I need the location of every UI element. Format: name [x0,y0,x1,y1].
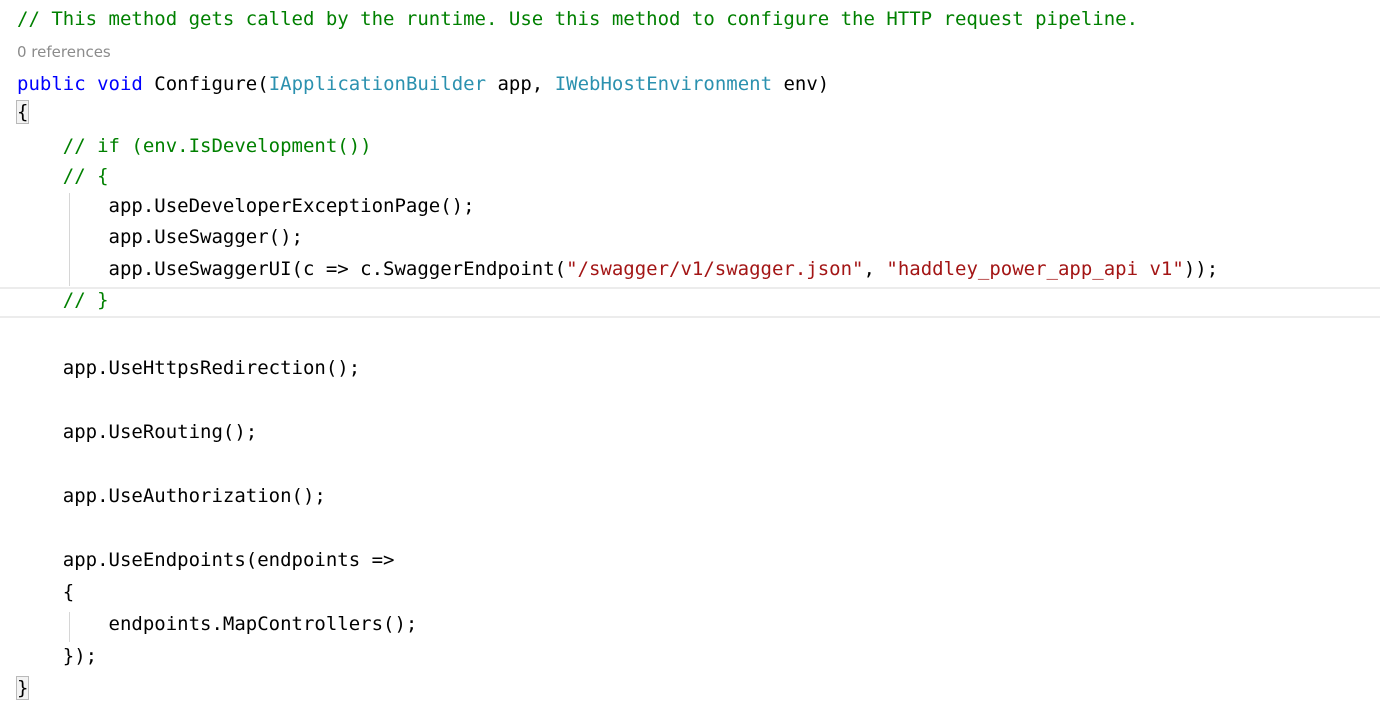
code-token-plain: Configure( [142,73,269,95]
code-line[interactable]: app.UseDeveloperExceptionPage(); [17,192,475,220]
code-token-type: IWebHostEnvironment [554,73,773,95]
code-token-plain: }); [17,645,98,667]
code-token-plain: { [15,100,30,124]
code-token-plain: app.UseRouting(); [17,421,258,443]
code-token-plain: env) [772,73,830,95]
code-line[interactable]: // { [17,162,109,190]
code-line[interactable]: { [17,578,74,606]
code-token-plain: } [15,676,30,700]
code-token-plain: { [17,581,75,603]
indent-guide [69,193,70,286]
code-token-string: "/swagger/v1/swagger.json" [566,258,864,280]
code-token-plain: )); [1183,258,1219,280]
code-token-keyword: public [17,73,86,95]
code-line[interactable]: app.UseAuthorization(); [17,482,326,510]
code-token-comment: // } [62,289,109,311]
code-token-plain: app.UseHttpsRedirection(); [17,357,361,379]
code-line[interactable]: endpoints.MapControllers(); [17,610,418,638]
code-line[interactable]: app.UseSwagger(); [17,223,303,251]
code-token-string: "haddley_power_app_api v1" [886,258,1184,280]
code-line[interactable]: // This method gets called by the runtim… [17,5,1138,33]
code-token-plain: app.UseDeveloperExceptionPage(); [17,195,475,217]
code-editor[interactable]: 0 references // This method gets called … [0,0,1380,724]
code-token-plain: app.UseEndpoints(endpoints => [17,549,395,571]
code-token-comment: // { [62,165,109,187]
indent-guide [69,612,70,642]
code-token-plain: app.UseAuthorization(); [17,485,326,507]
code-token-comment: // This method gets called by the runtim… [17,8,1139,30]
code-line[interactable]: }); [17,642,97,670]
code-token-plain: app, [486,73,555,95]
code-token-plain: , [863,258,887,280]
code-line[interactable]: public void Configure(IApplicationBuilde… [17,70,829,98]
code-line[interactable]: // if (env.IsDevelopment()) [17,132,372,160]
current-line-highlight [0,287,1380,318]
code-line[interactable]: // } [17,286,109,314]
code-token-type: IApplicationBuilder [268,73,487,95]
code-line[interactable]: app.UseHttpsRedirection(); [17,354,360,382]
code-token-plain: app.UseSwaggerUI(c => c.SwaggerEndpoint( [17,258,567,280]
code-line[interactable]: app.UseRouting(); [17,418,257,446]
code-line[interactable]: app.UseEndpoints(endpoints => [17,546,395,574]
code-token-plain: endpoints.MapControllers(); [17,613,418,635]
code-line[interactable]: app.UseSwaggerUI(c => c.SwaggerEndpoint(… [17,255,1219,283]
code-token-keyword: void [97,73,143,95]
code-token-comment: // if (env.IsDevelopment()) [62,135,372,157]
code-token-plain: app.UseSwagger(); [17,226,303,248]
code-line[interactable]: { [15,98,30,126]
codelens-references[interactable]: 0 references [17,42,111,62]
code-line[interactable]: } [15,674,30,702]
